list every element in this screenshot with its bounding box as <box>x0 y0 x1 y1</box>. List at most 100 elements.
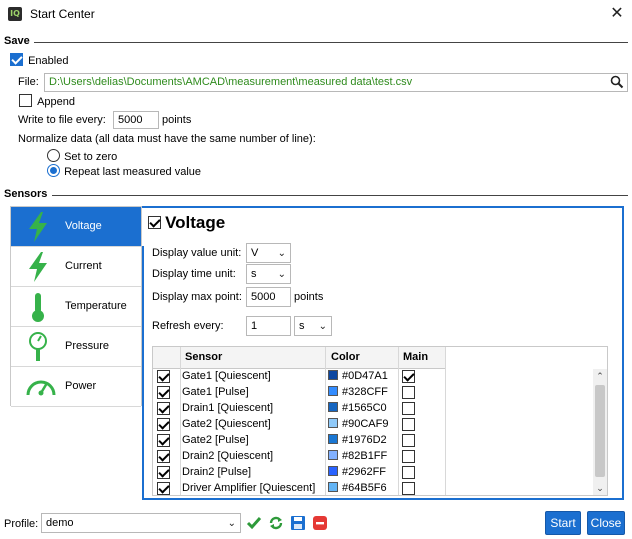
sensor-name: Gate1 [Quiescent] <box>182 370 271 382</box>
column-header-sensor[interactable]: Sensor <box>185 351 222 363</box>
close-icon[interactable]: ✕ <box>606 3 628 25</box>
table-row[interactable]: Gate2 [Pulse] #1976D2 <box>153 433 593 449</box>
floppy-disk-save-icon[interactable] <box>290 515 306 531</box>
row-enable-checkbox[interactable] <box>157 482 170 495</box>
color-swatch[interactable] <box>328 370 338 380</box>
color-swatch[interactable] <box>328 434 338 444</box>
row-enable-checkbox[interactable] <box>157 370 170 383</box>
display-time-unit-select[interactable]: s ⌄ <box>246 264 291 284</box>
table-row[interactable]: Gate2 [Quiescent] #90CAF9 <box>153 417 593 433</box>
radio-button[interactable] <box>47 164 60 177</box>
pressure-gauge-icon <box>29 332 47 361</box>
table-row[interactable]: Drain1 [Quiescent] #1565C0 <box>153 401 593 417</box>
row-enable-checkbox[interactable] <box>157 418 170 431</box>
color-hex: #82B1FF <box>342 450 388 462</box>
sidebar-item-power[interactable]: Power <box>11 367 141 407</box>
search-icon[interactable] <box>610 75 624 92</box>
scroll-up-icon[interactable]: ⌃ <box>593 369 607 383</box>
sidebar-item-temperature[interactable]: Temperature <box>11 287 141 327</box>
refresh-input[interactable]: 1 <box>246 316 291 336</box>
refresh-label: Refresh every: <box>152 320 224 332</box>
lightning-icon <box>29 212 47 242</box>
table-row[interactable]: Drain2 [Quiescent] #82B1FF <box>153 449 593 465</box>
color-cell[interactable]: #0D47A1 <box>328 370 388 382</box>
display-value-unit-select[interactable]: V ⌄ <box>246 243 291 263</box>
row-enable-cell <box>157 466 170 482</box>
save-profile-check-icon[interactable] <box>246 515 262 531</box>
refresh-icon[interactable] <box>268 515 284 531</box>
profile-select[interactable]: demo ⌄ <box>41 513 241 533</box>
display-max-point-input[interactable]: 5000 <box>246 287 291 307</box>
main-cell <box>402 482 415 495</box>
color-cell[interactable]: #328CFF <box>328 386 388 398</box>
color-cell[interactable]: #1976D2 <box>328 434 387 446</box>
row-enable-checkbox[interactable] <box>157 434 170 447</box>
sidebar-item-voltage[interactable]: Voltage <box>11 207 141 247</box>
color-cell[interactable]: #64B5F6 <box>328 482 387 494</box>
table-row[interactable]: Gate1 [Pulse] #328CFF <box>153 385 593 401</box>
speedometer-icon <box>26 380 56 396</box>
scrollbar-thumb[interactable] <box>595 385 605 477</box>
color-hex: #328CFF <box>342 386 388 398</box>
delete-icon[interactable] <box>312 515 328 531</box>
table-row[interactable]: Driver Amplifier [Quiescent] #64B5F6 <box>153 481 593 495</box>
color-swatch[interactable] <box>328 482 338 492</box>
append-checkbox-row[interactable]: Append <box>19 94 75 110</box>
append-checkbox[interactable] <box>19 94 32 107</box>
main-checkbox[interactable] <box>402 402 415 415</box>
main-cell <box>402 370 415 386</box>
main-cell <box>402 450 415 466</box>
radio-set-to-zero[interactable]: Set to zero <box>47 149 117 165</box>
column-header-color[interactable]: Color <box>331 351 360 363</box>
display-time-unit-label: Display time unit: <box>152 268 236 280</box>
sidebar-item-pressure[interactable]: Pressure <box>11 327 141 367</box>
panel-title-row[interactable]: Voltage <box>148 213 225 234</box>
table-row[interactable]: Drain2 [Pulse] #2962FF <box>153 465 593 481</box>
display-max-point-unit: points <box>294 291 324 303</box>
main-checkbox[interactable] <box>402 450 415 463</box>
close-button[interactable]: Close <box>587 511 625 535</box>
write-every-input[interactable]: 5000 <box>113 111 159 129</box>
enabled-checkbox-row[interactable]: Enabled <box>10 53 68 69</box>
color-cell[interactable]: #1565C0 <box>328 402 387 414</box>
select-value: demo <box>46 517 74 529</box>
main-checkbox[interactable] <box>402 370 415 383</box>
color-swatch[interactable] <box>328 450 338 460</box>
color-swatch[interactable] <box>328 402 338 412</box>
color-cell[interactable]: #2962FF <box>328 466 386 478</box>
row-enable-checkbox[interactable] <box>157 450 170 463</box>
radio-button[interactable] <box>47 149 60 162</box>
row-enable-checkbox[interactable] <box>157 402 170 415</box>
radio-repeat-last[interactable]: Repeat last measured value <box>47 164 201 180</box>
main-checkbox[interactable] <box>402 418 415 431</box>
select-value: s <box>299 320 305 332</box>
main-checkbox[interactable] <box>402 386 415 399</box>
start-button[interactable]: Start <box>545 511 581 535</box>
row-enable-checkbox[interactable] <box>157 386 170 399</box>
chevron-down-icon: ⌄ <box>277 248 286 259</box>
main-checkbox[interactable] <box>402 434 415 447</box>
scroll-down-icon[interactable]: ⌄ <box>593 481 607 495</box>
window-title: Start Center <box>30 7 95 21</box>
main-checkbox[interactable] <box>402 466 415 479</box>
sidebar-item-label: Voltage <box>65 220 102 232</box>
row-enable-cell <box>157 450 170 466</box>
enabled-label: Enabled <box>28 55 69 67</box>
color-cell[interactable]: #82B1FF <box>328 450 387 462</box>
main-checkbox[interactable] <box>402 482 415 495</box>
color-swatch[interactable] <box>328 466 338 476</box>
chevron-down-icon: ⌄ <box>227 518 236 529</box>
file-path-input[interactable]: D:\Users\delias\Documents\AMCAD\measurem… <box>44 73 628 92</box>
table-row[interactable]: Gate1 [Quiescent] #0D47A1 <box>153 369 593 385</box>
panel-enable-checkbox[interactable] <box>148 216 161 229</box>
sidebar-item-label: Power <box>65 380 97 392</box>
color-swatch[interactable] <box>328 386 338 396</box>
row-enable-cell <box>157 370 170 386</box>
enabled-checkbox[interactable] <box>10 53 23 66</box>
column-header-main[interactable]: Main <box>403 351 428 363</box>
sidebar-item-current[interactable]: Current <box>11 247 141 287</box>
color-swatch[interactable] <box>328 418 338 428</box>
row-enable-checkbox[interactable] <box>157 466 170 479</box>
color-cell[interactable]: #90CAF9 <box>328 418 388 430</box>
refresh-unit-select[interactable]: s ⌄ <box>294 316 332 336</box>
